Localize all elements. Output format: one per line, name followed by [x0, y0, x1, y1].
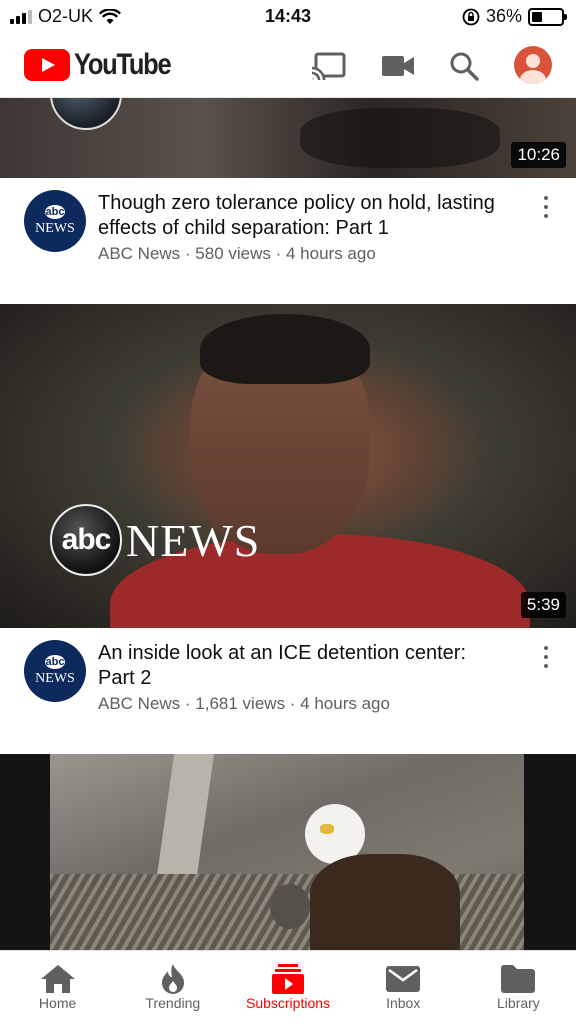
abc-news-watermark: abc NEWS	[50, 504, 260, 576]
video-duration: 5:39	[520, 592, 566, 618]
video-thumbnail[interactable]	[0, 754, 576, 950]
subscriptions-feed[interactable]: 10:26 abc NEWS Though zero tolerance pol…	[0, 98, 576, 950]
more-options-icon[interactable]	[534, 642, 558, 672]
search-icon[interactable]	[446, 48, 482, 84]
nav-subscriptions[interactable]: Subscriptions	[230, 951, 345, 1024]
video-duration: 10:26	[511, 142, 566, 168]
eaglet	[270, 884, 310, 929]
video-meta[interactable]: abc NEWS An inside look at an ICE detent…	[0, 628, 576, 754]
app-bar: YouTube	[0, 34, 576, 98]
video-subline: ABC News · 580 views · 4 hours ago	[98, 244, 376, 263]
status-right-group: 36%	[462, 6, 567, 27]
play-logo-icon	[24, 49, 70, 81]
flame-icon	[160, 963, 186, 995]
eagle-scene	[50, 754, 524, 950]
nav-trending[interactable]: Trending	[115, 951, 230, 1024]
nav-label: Inbox	[386, 995, 421, 1011]
orientation-lock-icon	[462, 8, 480, 25]
video-thumbnail[interactable]: abc NEWS 5:39	[0, 304, 576, 628]
news-wordmark: NEWS	[126, 514, 261, 566]
subscriptions-icon	[272, 963, 304, 995]
battery-percent: 36%	[485, 6, 522, 26]
thumbnail-hair	[200, 314, 370, 384]
logo-text: YouTube	[74, 48, 172, 81]
abc-circle-logo: abc	[50, 504, 122, 576]
thumbnail-shadow	[300, 108, 500, 168]
video-subline: ABC News · 1,681 views · 4 hours ago	[98, 694, 390, 713]
folder-icon	[501, 963, 536, 995]
abc-news-watermark	[50, 98, 122, 130]
nav-label: Subscriptions	[245, 995, 331, 1011]
video-camera-icon[interactable]	[380, 48, 416, 84]
account-avatar[interactable]	[514, 46, 552, 84]
youtube-logo[interactable]: YouTube	[24, 48, 187, 82]
video-title[interactable]: An inside look at an ICE detention cente…	[98, 641, 506, 691]
channel-avatar[interactable]: abc NEWS	[24, 640, 86, 702]
nav-home[interactable]: Home	[0, 951, 115, 1024]
status-bar: O2-UK 14:43 36%	[0, 0, 576, 34]
mail-icon	[386, 963, 421, 995]
nav-label: Home	[38, 995, 77, 1011]
bottom-navigation: Home Trending Subscriptions Inbox Librar…	[0, 950, 576, 1024]
video-thumbnail[interactable]: 10:26	[0, 98, 576, 178]
eagle-body	[310, 854, 460, 950]
nav-inbox[interactable]: Inbox	[346, 951, 461, 1024]
battery-icon	[528, 7, 567, 26]
nav-label: Trending	[145, 995, 201, 1011]
video-title[interactable]: Though zero tolerance policy on hold, la…	[98, 191, 506, 241]
home-icon	[40, 963, 76, 995]
video-meta[interactable]: abc NEWS Though zero tolerance policy on…	[0, 178, 576, 304]
channel-logo-abc: abc	[45, 655, 65, 669]
channel-logo-news: NEWS	[35, 671, 75, 686]
channel-logo-news: NEWS	[35, 221, 75, 236]
cast-icon[interactable]	[310, 48, 346, 84]
more-options-icon[interactable]	[534, 192, 558, 222]
nav-label: Library	[497, 995, 540, 1011]
channel-logo-abc: abc	[45, 205, 65, 219]
channel-avatar[interactable]: abc NEWS	[24, 190, 86, 252]
nav-library[interactable]: Library	[461, 951, 576, 1024]
eagle-beak	[320, 824, 334, 834]
